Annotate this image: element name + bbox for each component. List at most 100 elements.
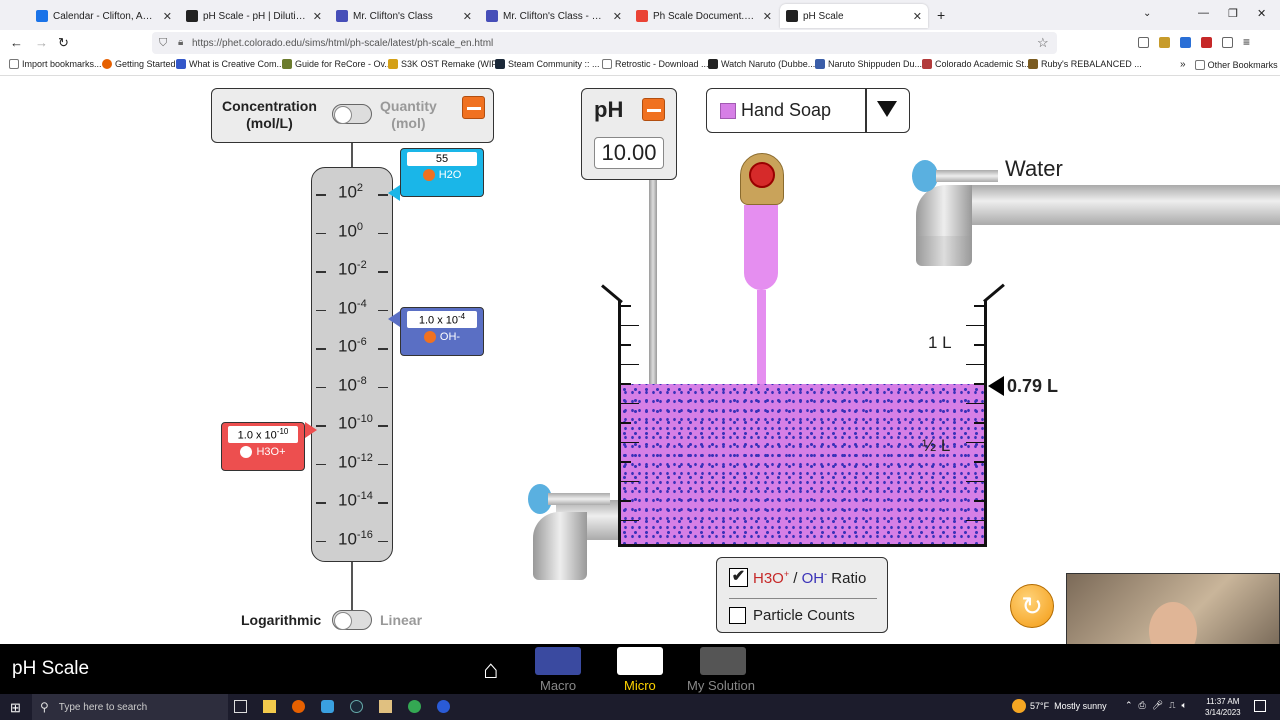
display-options-panel: ✔ H3O+ / OH- Ratio Particle Counts xyxy=(716,557,888,633)
browser-tab-active[interactable]: pH Scale ✕ xyxy=(780,4,928,28)
extension-icon[interactable] xyxy=(1180,37,1191,48)
oh-callout[interactable]: 1.0 x 10-4 OH- xyxy=(400,307,484,356)
linear-label[interactable]: Linear xyxy=(380,612,422,628)
app-icon[interactable] xyxy=(321,700,334,713)
back-icon[interactable]: ← xyxy=(10,35,23,50)
close-icon[interactable]: ✕ xyxy=(613,10,622,23)
macro-screen-button[interactable]: Macro xyxy=(540,678,576,693)
macro-screen-icon[interactable] xyxy=(535,647,581,675)
weather-icon[interactable] xyxy=(1012,699,1026,713)
h3o-pointer xyxy=(305,422,317,438)
logarithmic-label[interactable]: Logarithmic xyxy=(241,612,321,628)
bookmark-item[interactable]: Import bookmarks... xyxy=(9,59,102,69)
drain-faucet-lever[interactable] xyxy=(548,493,610,505)
concentration-quantity-toggle[interactable] xyxy=(332,104,372,124)
bookmark-star-icon[interactable]: ☆ xyxy=(1037,35,1049,51)
dropper-tip xyxy=(757,290,766,388)
lock-icon[interactable]: 🔒︎ xyxy=(178,37,183,48)
chrome-icon[interactable] xyxy=(408,700,421,713)
bookmark-item[interactable]: S3K OST Remake (WIP... xyxy=(388,59,504,69)
extensions-icon[interactable] xyxy=(1222,37,1233,48)
bookmark-item[interactable]: Steam Community :: ... xyxy=(495,59,600,69)
weather-text[interactable]: 57°F Mostly sunny xyxy=(1030,701,1107,711)
browser-tab[interactable]: Mr. Clifton's Class ✕ xyxy=(330,4,478,28)
graph-tick-mark xyxy=(316,348,326,350)
extension-icon[interactable] xyxy=(1159,37,1170,48)
ratio-checkbox[interactable]: ✔ xyxy=(729,568,748,587)
close-icon[interactable]: ✕ xyxy=(313,10,322,23)
chevron-down-icon[interactable] xyxy=(877,101,897,117)
bookmark-item[interactable]: Getting Started xyxy=(102,59,176,69)
system-tray-icons[interactable]: ⌃⎙🎤︎⎍🔈︎ xyxy=(1125,700,1193,711)
close-icon[interactable]: ✕ xyxy=(913,10,922,23)
hydronium-molecule-icon xyxy=(240,445,253,458)
water-faucet-handle[interactable] xyxy=(912,160,938,192)
url-bar[interactable]: https://phet.colorado.edu/sims/html/ph-s… xyxy=(152,32,1057,54)
hydroxide-molecule-icon xyxy=(423,330,436,343)
browser-tab[interactable]: pH Scale - pH | Dilution | Conc✕ xyxy=(180,4,328,28)
bookmark-item[interactable]: Retrostic - Download ... xyxy=(602,59,709,69)
reset-all-button[interactable]: ↻ xyxy=(1010,584,1054,628)
micro-screen-icon[interactable] xyxy=(617,647,663,675)
other-bookmarks[interactable]: » Other Bookmarks xyxy=(1180,59,1278,70)
graph-tick-mark xyxy=(316,309,326,311)
close-icon[interactable]: ✕ xyxy=(163,10,172,23)
dropper-button[interactable] xyxy=(749,162,775,188)
graph-tick-mark xyxy=(316,194,326,196)
particle-counts-checkbox[interactable] xyxy=(729,607,746,624)
pocket-icon[interactable] xyxy=(1138,37,1149,48)
browser-tab[interactable]: Calendar - Clifton, Adrian - Out✕ xyxy=(30,4,178,28)
menu-icon[interactable]: ≡ xyxy=(1243,36,1250,51)
h2o-callout[interactable]: 55 H2O xyxy=(400,148,484,197)
close-icon[interactable]: ✕ xyxy=(763,10,772,23)
notifications-icon[interactable] xyxy=(1254,700,1266,712)
reload-icon[interactable]: ↻ xyxy=(58,35,69,51)
my-solution-screen-icon[interactable] xyxy=(700,647,746,675)
bookmark-item[interactable]: What is Creative Com... xyxy=(176,59,284,69)
beaker-tick xyxy=(966,324,984,326)
firefox-icon[interactable] xyxy=(292,700,305,713)
file-explorer-icon[interactable] xyxy=(263,700,276,713)
log-linear-toggle[interactable] xyxy=(332,610,372,630)
minimize-icon[interactable]: — xyxy=(1198,7,1209,19)
bookmark-item[interactable]: Watch Naruto (Dubbe... xyxy=(708,59,815,69)
water-faucet-lever[interactable] xyxy=(936,170,998,182)
app-icon[interactable] xyxy=(437,700,450,713)
forward-icon[interactable]: → xyxy=(35,35,48,50)
steam-icon[interactable] xyxy=(350,700,363,713)
collapse-graph-button[interactable] xyxy=(462,96,485,119)
restore-icon[interactable]: ❐ xyxy=(1228,7,1238,20)
browser-tab[interactable]: Ph Scale Document.pdf - Goog✕ xyxy=(630,4,778,28)
graph-tick-mark xyxy=(378,309,388,311)
clock[interactable]: 11:37 AM 3/14/2023 xyxy=(1205,696,1241,718)
app-icon[interactable] xyxy=(379,700,392,713)
bookmark-item[interactable]: Naruto Shippuden Du... xyxy=(815,59,922,69)
home-icon[interactable]: ⌂ xyxy=(483,656,499,682)
phet-icon xyxy=(786,10,798,22)
extension-icon[interactable] xyxy=(1201,37,1212,48)
collapse-ph-meter-button[interactable] xyxy=(642,98,665,121)
task-view-icon[interactable] xyxy=(234,700,247,713)
windows-start-icon[interactable]: ⊞ xyxy=(10,700,21,716)
quantity-label[interactable]: Quantity (mol) xyxy=(380,98,437,132)
shield-icon[interactable]: ⛉ xyxy=(159,37,167,50)
h3o-callout[interactable]: 1.0 x 10-10 H3O+ xyxy=(221,422,305,471)
new-tab-button[interactable]: + xyxy=(937,7,945,23)
my-solution-screen-button[interactable]: My Solution xyxy=(687,678,755,693)
close-window-icon[interactable]: ✕ xyxy=(1257,7,1266,20)
bookmark-item[interactable]: Guide for ReCore - Ov... xyxy=(282,59,392,69)
solute-dropdown[interactable]: Hand Soap xyxy=(706,88,910,133)
steam-icon xyxy=(495,59,505,69)
bookmark-item[interactable]: Ruby's REBALANCED ... xyxy=(1028,59,1142,69)
particle-counts-label[interactable]: Particle Counts xyxy=(753,607,855,624)
graph-tick-label: 10-2 xyxy=(338,259,367,279)
bookmark-item[interactable]: Colorado Academic St... xyxy=(922,59,1032,69)
tab-list-icon[interactable]: ⌄ xyxy=(1143,8,1151,19)
concentration-label[interactable]: Concentration (mol/L) xyxy=(222,98,317,132)
browser-tab[interactable]: Mr. Clifton's Class - Screencast✕ xyxy=(480,4,628,28)
close-icon[interactable]: ✕ xyxy=(463,10,472,23)
ratio-label[interactable]: H3O+ / OH- Ratio xyxy=(753,569,866,587)
bookmark-icon xyxy=(176,59,186,69)
taskbar-search-box[interactable]: ⚲ Type here to search xyxy=(32,694,228,720)
micro-screen-button[interactable]: Micro xyxy=(624,678,656,693)
